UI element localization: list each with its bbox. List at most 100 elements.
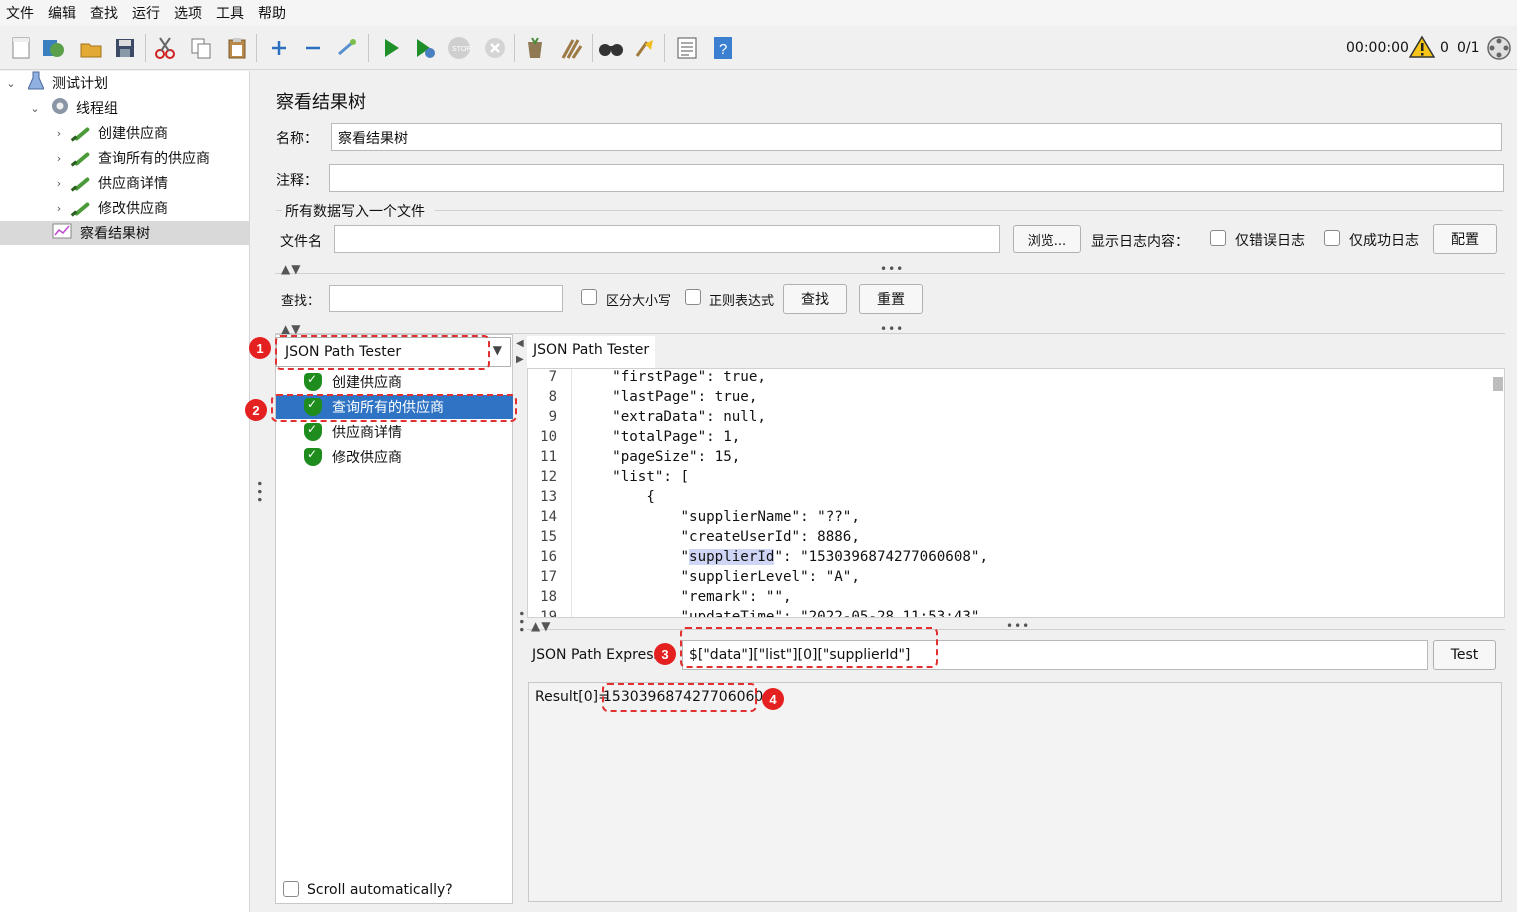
chevron-right-icon[interactable]: › xyxy=(52,177,66,190)
chevron-down-icon[interactable]: ▼ xyxy=(493,343,502,357)
line-number: 11 xyxy=(540,449,557,465)
tree-node-sampler[interactable]: › 供应商详情 xyxy=(52,171,168,195)
tree-node-sampler[interactable]: › 查询所有的供应商 xyxy=(52,146,210,170)
tree-label-listener: 察看结果树 xyxy=(80,226,150,242)
add-icon[interactable] xyxy=(266,34,292,62)
thread-status-icon xyxy=(1486,35,1512,65)
new-icon[interactable] xyxy=(8,34,34,62)
stop-icon[interactable]: STOP xyxy=(446,34,472,62)
tree-label-sampler: 修改供应商 xyxy=(98,201,168,217)
list-item[interactable]: 创建供应商 xyxy=(276,370,516,394)
line-number: 17 xyxy=(540,569,557,585)
vertical-splitter-handle[interactable]: ••• xyxy=(252,480,266,504)
collapse-arrows-icon[interactable]: ▲▼ xyxy=(531,619,551,633)
active-threads: 0/1 xyxy=(1457,40,1480,56)
line-number: 18 xyxy=(540,589,557,605)
regex-checkbox[interactable] xyxy=(685,289,701,305)
viewer-tabs: JSON Path Tester xyxy=(527,336,1505,368)
search-input[interactable] xyxy=(329,285,563,312)
code-line: "supplierId": "1530396874277060608", xyxy=(578,549,988,565)
copy-icon[interactable] xyxy=(188,34,214,62)
annotation-box-selected-sampler xyxy=(271,394,517,422)
tree-node-sampler[interactable]: › 修改供应商 xyxy=(52,196,168,220)
paste-icon[interactable] xyxy=(224,34,250,62)
sampler-pen-icon xyxy=(70,124,92,142)
reset-button[interactable]: 重置 xyxy=(859,284,923,314)
start-no-pause-icon[interactable] xyxy=(412,34,438,62)
comment-field[interactable] xyxy=(329,164,1504,192)
tab-json-path-tester[interactable]: JSON Path Tester xyxy=(527,336,656,368)
splitter-handle[interactable]: ••• xyxy=(880,262,904,276)
regex-label: 正则表达式 xyxy=(709,294,775,309)
save-icon[interactable] xyxy=(112,34,138,62)
file-section-title: 所有数据写入一个文件 xyxy=(285,204,425,220)
test-button[interactable]: Test xyxy=(1433,640,1496,670)
list-item[interactable]: 供应商详情 xyxy=(276,420,516,444)
collapse-right-icon[interactable]: ▶ xyxy=(516,354,525,365)
find-button[interactable]: 查找 xyxy=(783,284,847,314)
menu-search[interactable]: 查找 xyxy=(90,3,118,23)
svg-text:?: ? xyxy=(719,41,727,58)
tree-node-listener[interactable]: 察看结果树 xyxy=(0,221,250,245)
tree-label-sampler: 供应商详情 xyxy=(98,176,168,192)
shutdown-icon[interactable] xyxy=(482,34,508,62)
chevron-down-icon[interactable]: ⌄ xyxy=(4,77,18,90)
toggle-icon[interactable] xyxy=(334,34,360,62)
scroll-auto-checkbox[interactable] xyxy=(283,881,299,897)
collapse-arrows-icon[interactable]: ▲▼ xyxy=(281,262,301,276)
open-icon[interactable] xyxy=(78,34,104,62)
toolbar: STOP ? 00:00:00 0 0/1 xyxy=(0,26,1517,70)
success-only-checkbox[interactable] xyxy=(1324,230,1340,246)
result-prefix: Result[0]= xyxy=(535,689,610,705)
errors-only-checkbox[interactable] xyxy=(1210,230,1226,246)
help-icon[interactable]: ? xyxy=(710,34,736,62)
success-shield-icon xyxy=(304,447,322,466)
warning-icon[interactable] xyxy=(1408,35,1436,63)
case-sensitive-checkbox[interactable] xyxy=(581,289,597,305)
chevron-right-icon[interactable]: › xyxy=(52,152,66,165)
clear-icon[interactable] xyxy=(522,34,548,62)
page-title: 察看结果树 xyxy=(276,92,366,113)
vertical-splitter-handle[interactable]: ••• xyxy=(514,610,528,634)
menu-edit[interactable]: 编辑 xyxy=(48,3,76,23)
tree-node-test-plan[interactable]: ⌄ 测试计划 xyxy=(4,71,108,95)
collapse-left-icon[interactable]: ◀ xyxy=(516,338,525,349)
code-line: "supplierLevel": "A", xyxy=(578,569,860,585)
tree-label-test-plan: 测试计划 xyxy=(52,76,108,92)
list-item[interactable]: 修改供应商 xyxy=(276,445,516,469)
errors-only-label: 仅错误日志 xyxy=(1235,233,1305,249)
name-label: 名称： xyxy=(276,131,318,147)
menu-run[interactable]: 运行 xyxy=(132,3,160,23)
json-path-result-area[interactable]: Result[0]= 1530396874277060608 xyxy=(528,682,1502,902)
filename-label: 文件名 xyxy=(280,234,322,250)
templates-icon[interactable] xyxy=(40,34,66,62)
chevron-right-icon[interactable]: › xyxy=(52,202,66,215)
clear-all-icon[interactable] xyxy=(558,34,584,62)
name-field[interactable]: 察看结果树 xyxy=(331,123,1502,151)
start-icon[interactable] xyxy=(378,34,404,62)
menu-file[interactable]: 文件 xyxy=(6,3,34,23)
menu-tools[interactable]: 工具 xyxy=(216,3,244,23)
search-icon[interactable] xyxy=(598,34,624,62)
splitter-handle[interactable]: ••• xyxy=(1006,619,1030,633)
tree-node-thread-group[interactable]: ⌄ 线程组 xyxy=(28,96,118,120)
remove-icon[interactable] xyxy=(300,34,326,62)
browse-button[interactable]: 浏览... xyxy=(1013,225,1081,253)
reset-search-icon[interactable] xyxy=(632,34,658,62)
flask-icon xyxy=(27,71,45,95)
code-line: "list": [ xyxy=(578,469,690,485)
scrollbar-thumb[interactable] xyxy=(1493,377,1503,391)
chevron-down-icon[interactable]: ⌄ xyxy=(28,102,42,115)
configure-button[interactable]: 配置 xyxy=(1433,224,1497,254)
chevron-right-icon[interactable]: › xyxy=(52,127,66,140)
response-body-viewer[interactable]: 7 8 9 10 11 12 13 14 15 16 17 18 19 "firstPage": tru… xyxy=(527,368,1505,618)
cut-icon[interactable] xyxy=(152,34,178,62)
menu-help[interactable]: 帮助 xyxy=(258,3,286,23)
menu-options[interactable]: 选项 xyxy=(174,3,202,23)
filename-field[interactable] xyxy=(334,225,1000,253)
tree-node-sampler[interactable]: › 创建供应商 xyxy=(52,121,168,145)
line-number: 8 xyxy=(548,389,557,405)
function-helper-icon[interactable] xyxy=(674,34,700,62)
splitter-handle[interactable]: ••• xyxy=(880,322,904,336)
code-text: " xyxy=(578,549,690,565)
